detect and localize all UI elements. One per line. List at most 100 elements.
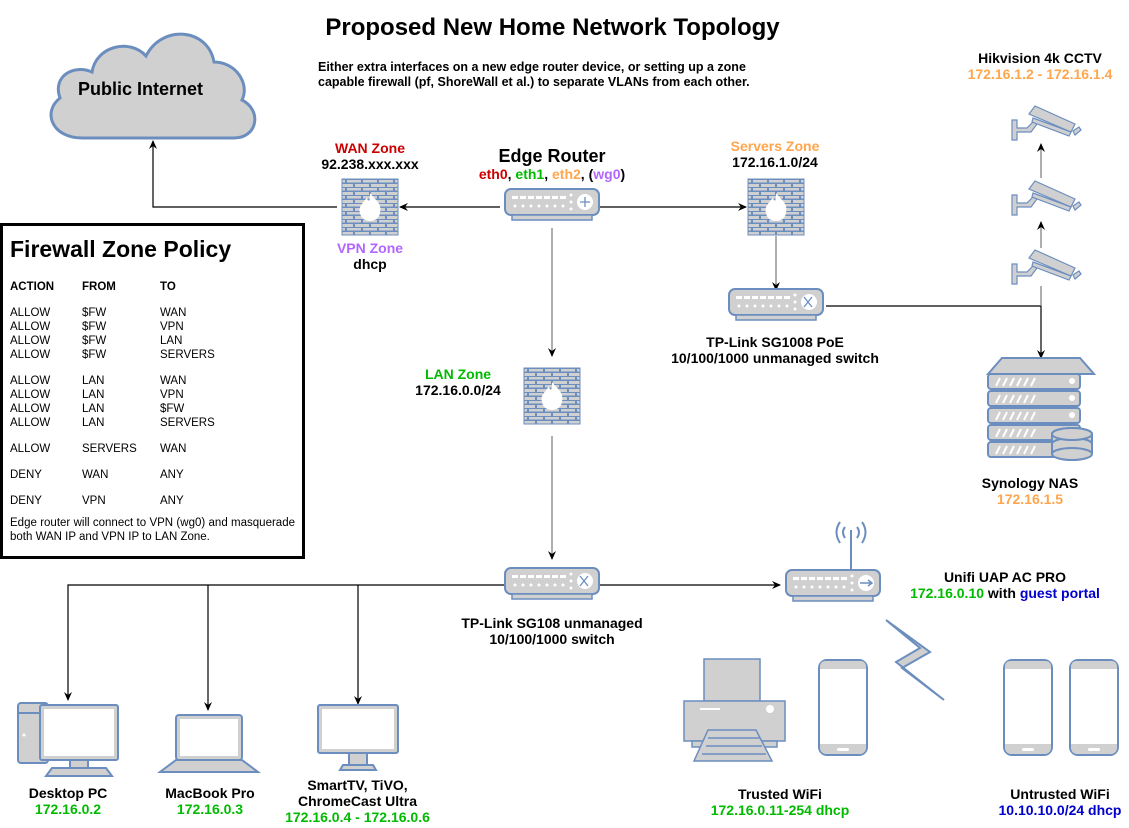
lan-zone-node[interactable]: LAN Zone 172.16.0.0/24: [400, 366, 516, 398]
interface-eth1: eth1: [515, 166, 545, 182]
to-cell: VPN: [160, 321, 184, 333]
lan-zone-address: 172.16.0.0/24: [415, 382, 501, 398]
interface-eth2: eth2: [552, 166, 581, 182]
action-cell: ACTION: [10, 281, 55, 293]
edge-router-interfaces: eth0, eth1, eth2, (wg0): [452, 166, 652, 182]
desktop-pc-icon: [17, 702, 119, 777]
from-cell: LAN: [82, 375, 105, 387]
to-cell: SERVERS: [160, 417, 215, 429]
page-subtitle: Either extra interfaces on a new edge ro…: [318, 60, 750, 89]
lan-switch-desc: 10/100/1000 switch: [489, 631, 615, 647]
action-cell: ALLOW: [10, 321, 51, 333]
tv-label-2: ChromeCast Ultra: [297, 793, 418, 809]
ap-address: 172.16.0.10: [910, 585, 985, 601]
vpn-zone-label: VPN Zone: [336, 240, 404, 256]
ap-label: Unifi UAP AC PRO: [943, 569, 1067, 585]
lan-switch-name: TP-Link SG108 unmanaged: [461, 615, 643, 631]
antenna-icon: [835, 521, 867, 570]
interface-wg0: wg0: [593, 166, 621, 182]
printer-icon: [683, 658, 786, 762]
from-cell: $FW: [82, 349, 107, 361]
action-cell: DENY: [10, 469, 42, 481]
smartphone-icon: [818, 659, 868, 756]
trusted-wifi-label: Trusted WiFi: [738, 786, 822, 802]
from-cell: $FW: [82, 335, 107, 347]
from-cell: $FW: [82, 307, 107, 319]
from-cell: LAN: [82, 403, 105, 415]
lan-switch-icon: [504, 567, 600, 600]
cctv-camera-icon: [1011, 180, 1082, 216]
to-cell: WAN: [160, 375, 187, 387]
to-cell: SERVERS: [160, 349, 215, 361]
edge-router-node[interactable]: Edge Router eth0, eth1, eth2, (wg0): [452, 146, 652, 182]
to-cell: WAN: [160, 443, 187, 455]
poe-switch-node[interactable]: TP-Link SG1008 PoE 10/100/1000 unmanaged…: [640, 334, 910, 366]
interface-separator: ,: [544, 166, 552, 182]
access-point-icon: [785, 569, 881, 602]
macbook-label: MacBook Pro: [165, 785, 255, 801]
poe-switch-desc: 10/100/1000 unmanaged switch: [671, 350, 879, 366]
cctv-node[interactable]: Hikvision 4k CCTV 172.16.1.2 - 172.16.1.…: [955, 50, 1125, 82]
cctv-label: Hikvision 4k CCTV: [978, 50, 1102, 66]
wan-zone-label: WAN Zone: [335, 140, 405, 156]
interface-separator: ): [620, 166, 626, 182]
untrusted-wifi-node[interactable]: Untrusted WiFi 10.10.10.0/24 dhcp: [980, 786, 1129, 818]
action-cell: DENY: [10, 495, 42, 507]
trusted-wifi-address: 172.16.0.11-254 dhcp: [710, 802, 850, 818]
ap-guest-portal: guest portal: [1019, 585, 1100, 601]
to-cell: ANY: [160, 495, 184, 507]
cctv-camera-icon: [1011, 249, 1082, 285]
internet-label: Public Internet: [78, 79, 204, 99]
nas-label: Synology NAS: [981, 475, 1079, 491]
untrusted-wifi-label: Untrusted WiFi: [1010, 786, 1110, 802]
desktop-label: Desktop PC: [28, 785, 108, 801]
action-cell: ALLOW: [10, 375, 51, 387]
action-cell: ALLOW: [10, 403, 51, 415]
nas-node[interactable]: Synology NAS 172.16.1.5: [960, 475, 1100, 507]
servers-zone-address: 172.16.1.0/24: [732, 154, 818, 170]
wan-zone-address: 92.238.xxx.xxx: [321, 156, 419, 172]
to-cell: ANY: [160, 469, 184, 481]
tv-node[interactable]: SmartTV, TiVO, ChromeCast Ultra 172.16.0…: [270, 777, 445, 825]
to-cell: $FW: [160, 403, 185, 415]
wireless-signal-icon: [885, 619, 945, 701]
from-cell: LAN: [82, 389, 105, 401]
from-cell: FROM: [82, 281, 116, 293]
action-cell: ALLOW: [10, 335, 51, 347]
smart-tv-icon: [317, 704, 399, 771]
to-cell: WAN: [160, 307, 187, 319]
lan-firewall-icon: [524, 368, 580, 424]
cctv-camera-icon: [1011, 105, 1082, 141]
ap-with: with: [984, 585, 1020, 601]
firewall-policy-panel: Firewall Zone Policy ACTION FROM TO ALLOW $F…: [0, 223, 305, 559]
vpn-zone-node[interactable]: VPN Zone dhcp: [300, 240, 440, 272]
action-cell: ALLOW: [10, 443, 51, 455]
page-title: Proposed New Home Network Topology: [325, 14, 780, 41]
desktop-node[interactable]: Desktop PC 172.16.0.2: [8, 785, 128, 817]
nas-server-icon: [985, 357, 1097, 461]
interface-separator: , (: [580, 166, 594, 182]
interface-eth0: eth0: [478, 166, 508, 182]
servers-zone-node[interactable]: Servers Zone 172.16.1.0/24: [700, 138, 850, 170]
to-cell: LAN: [160, 335, 183, 347]
lan-switch-node[interactable]: TP-Link SG108 unmanaged 10/100/1000 swit…: [430, 615, 674, 647]
macbook-node[interactable]: MacBook Pro 172.16.0.3: [150, 785, 270, 817]
action-cell: ALLOW: [10, 349, 51, 361]
poe-switch-icon: [728, 288, 824, 321]
wan-firewall-icon: [342, 179, 398, 235]
tv-address: 172.16.0.4 - 172.16.0.6: [285, 809, 430, 825]
from-cell: VPN: [82, 495, 106, 507]
trusted-wifi-node[interactable]: Trusted WiFi 172.16.0.11-254 dhcp: [680, 786, 880, 818]
access-point-node[interactable]: Unifi UAP AC PRO 172.16.0.10 with guest …: [890, 569, 1120, 601]
from-cell: SERVERS: [82, 443, 137, 455]
action-cell: ALLOW: [10, 307, 51, 319]
untrusted-wifi-address: 10.10.10.0/24 dhcp: [998, 802, 1122, 818]
nas-address: 172.16.1.5: [996, 491, 1064, 507]
tv-label-1: SmartTV, TiVO,: [307, 777, 408, 793]
from-cell: WAN: [82, 469, 109, 481]
to-cell: VPN: [160, 389, 184, 401]
servers-firewall-icon: [748, 179, 804, 235]
wan-zone-node[interactable]: WAN Zone 92.238.xxx.xxx: [300, 140, 440, 172]
from-cell: $FW: [82, 321, 107, 333]
lan-zone-label: LAN Zone: [424, 366, 492, 382]
